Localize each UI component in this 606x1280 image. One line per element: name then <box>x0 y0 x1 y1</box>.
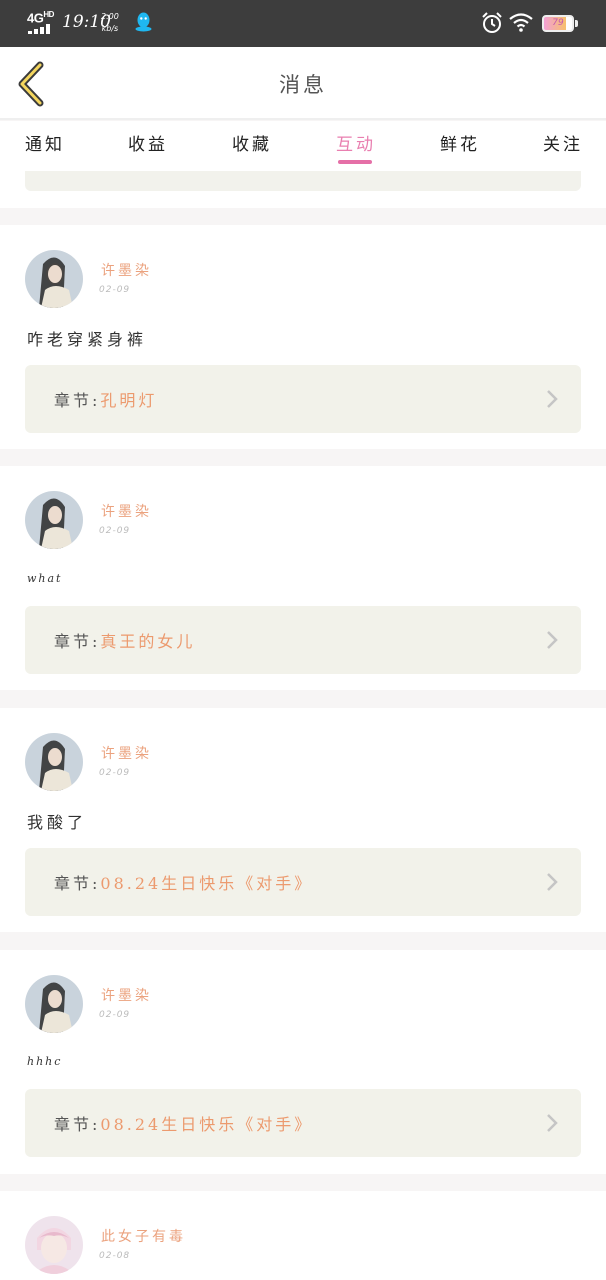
chevron-right-icon <box>547 1114 558 1132</box>
chapter-name: 孔明灯 <box>100 391 158 410</box>
chapter-link[interactable]: 章节:孔明灯 <box>25 365 581 433</box>
chapter-name: 08.24生日快乐《对手》 <box>100 874 314 893</box>
username[interactable]: 许墨染 <box>101 260 152 280</box>
chapter-link[interactable] <box>25 171 581 191</box>
tab-notifications[interactable]: 通知 <box>25 130 65 155</box>
chapter-link[interactable]: 章节:08.24生日快乐《对手》 <box>25 1089 581 1157</box>
avatar[interactable] <box>25 491 83 549</box>
username[interactable]: 此女子有毒 <box>101 1226 186 1246</box>
message-date: 02-09 <box>99 526 131 536</box>
username[interactable]: 许墨染 <box>101 501 152 521</box>
comment-text: hhhc <box>27 1055 63 1068</box>
tab-interactions[interactable]: 互动 <box>336 130 376 155</box>
chapter-name: 08.24生日快乐《对手》 <box>100 1115 314 1134</box>
username[interactable]: 许墨染 <box>101 743 152 763</box>
battery-icon: 79 <box>542 15 578 32</box>
page-title: 消息 <box>279 73 327 97</box>
chevron-right-icon <box>547 390 558 408</box>
network-speed: 2.00 kb/s <box>101 12 119 33</box>
chapter-link[interactable]: 章节:08.24生日快乐《对手》 <box>25 848 581 916</box>
chapter-link[interactable]: 章节:真王的女儿 <box>25 606 581 674</box>
battery-level: 79 <box>552 18 564 28</box>
list-item: 许墨染 02-09 what 章节:真王的女儿 <box>0 466 606 690</box>
chapter-prefix: 章节: <box>54 874 101 893</box>
tab-following[interactable]: 关注 <box>543 130 583 155</box>
list-item: 许墨染 02-09 咋老穿紧身裤 章节:孔明灯 <box>0 225 606 449</box>
chevron-right-icon <box>547 873 558 891</box>
wifi-icon <box>509 13 533 32</box>
avatar[interactable] <box>25 250 83 308</box>
message-date: 02-09 <box>99 285 131 295</box>
message-date: 02-09 <box>99 768 131 778</box>
chapter-prefix: 章节: <box>54 632 101 651</box>
tab-favorites[interactable]: 收藏 <box>232 130 272 155</box>
active-tab-indicator <box>338 160 372 164</box>
signal-icon <box>28 24 56 34</box>
comment-text: what <box>27 572 63 585</box>
comment-text: 我酸了 <box>27 813 88 832</box>
message-date: 02-08 <box>99 1251 131 1261</box>
tab-earnings[interactable]: 收益 <box>128 130 168 155</box>
chevron-right-icon <box>547 631 558 649</box>
chapter-name: 真王的女儿 <box>100 632 196 651</box>
avatar[interactable] <box>25 1216 83 1274</box>
list-item: 此女子有毒 02-08 <box>0 1191 606 1280</box>
username[interactable]: 许墨染 <box>101 985 152 1005</box>
list-item <box>0 171 606 208</box>
list-item: 许墨染 02-09 hhhc 章节:08.24生日快乐《对手》 <box>0 950 606 1174</box>
status-bar: 4GHD 19:10 2.00 kb/s 79 <box>0 0 606 47</box>
tab-flowers[interactable]: 鲜花 <box>440 130 480 155</box>
header: 消息 <box>0 47 606 120</box>
avatar[interactable] <box>25 975 83 1033</box>
qq-icon <box>135 12 152 32</box>
list-item: 许墨染 02-09 我酸了 章节:08.24生日快乐《对手》 <box>0 708 606 932</box>
avatar[interactable] <box>25 733 83 791</box>
tab-bar: 通知 收益 收藏 互动 鲜花 关注 <box>0 121 606 171</box>
alarm-icon <box>482 12 502 33</box>
message-date: 02-09 <box>99 1010 131 1020</box>
chapter-prefix: 章节: <box>54 391 101 410</box>
comment-text: 咋老穿紧身裤 <box>27 330 148 349</box>
chapter-prefix: 章节: <box>54 1115 101 1134</box>
